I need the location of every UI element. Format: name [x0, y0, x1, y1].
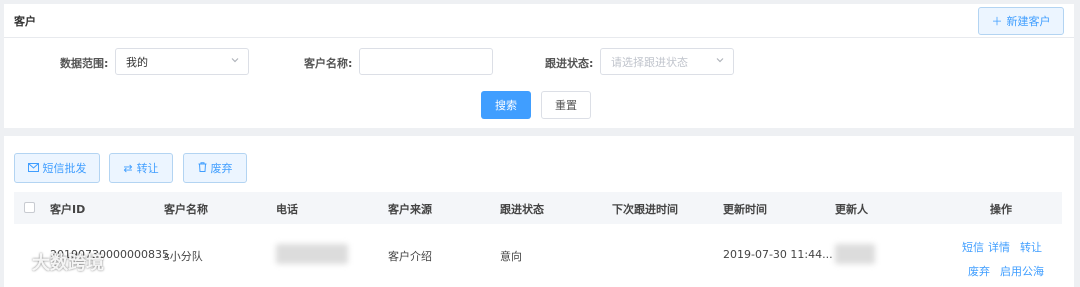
column-header[interactable]: 电话 — [276, 201, 298, 217]
column-header[interactable]: 跟进状态 — [500, 201, 544, 217]
updated-at-cell: 2019-07-30 11:44... — [723, 248, 833, 261]
sms-link[interactable]: 短信 — [962, 239, 984, 255]
select-all-checkbox[interactable] — [24, 202, 35, 213]
details-link[interactable]: 详情 — [988, 239, 1010, 255]
watermark-logo-icon — [6, 251, 28, 274]
transfer-button[interactable]: ⇄ 转让 — [109, 153, 173, 183]
follow-status-select[interactable]: 请选择跟进状态 — [600, 48, 734, 75]
trash-icon — [198, 161, 207, 175]
scope-label: 数据范围: — [60, 57, 109, 70]
phone-cell-redacted — [276, 244, 348, 264]
customer-name-input[interactable] — [359, 48, 493, 75]
swap-icon: ⇄ — [123, 161, 133, 175]
bulk-sms-button[interactable]: 短信批发 — [14, 153, 100, 183]
column-header: 操作 — [990, 203, 1012, 216]
status-cell: 意向 — [500, 250, 522, 263]
scope-select[interactable]: 我的 — [115, 48, 249, 75]
discard-link[interactable]: 废弃 — [968, 263, 990, 279]
follow-status-label: 跟进状态: — [545, 57, 594, 70]
new-customer-button[interactable]: ＋ 新建客户 — [978, 7, 1064, 35]
bulk-sms-label: 短信批发 — [42, 162, 87, 175]
column-header[interactable]: 更新时间 — [723, 201, 767, 217]
transfer-link[interactable]: 转让 — [1020, 239, 1042, 255]
transfer-label: 转让 — [136, 162, 159, 175]
follow-status-placeholder: 请选择跟进状态 — [611, 55, 688, 69]
column-header[interactable]: 客户来源 — [388, 201, 432, 217]
envelope-icon — [27, 162, 39, 175]
chevron-down-icon — [230, 55, 240, 68]
new-customer-label: 新建客户 — [1006, 15, 1051, 28]
scope-select-value: 我的 — [126, 55, 148, 69]
watermark-text: 大数跨境 — [32, 253, 104, 274]
customer-name-label: 客户名称: — [304, 57, 353, 70]
source-cell: 客户介绍 — [388, 250, 432, 263]
table-header: 客户ID 客户名称 电话 客户来源 跟进状态 下次跟进时间 更新时间 更新人 操… — [14, 192, 1062, 224]
watermark: 大数跨境 — [6, 249, 104, 275]
discard-button[interactable]: 废弃 — [183, 153, 247, 183]
table-panel: 短信批发 ⇄ 转让 废弃 客户ID 客户名称 电话 客户来源 跟进状态 下次跟进… — [4, 136, 1074, 287]
discard-label: 废弃 — [210, 162, 233, 175]
column-header[interactable]: 更新人 — [835, 201, 868, 217]
divider — [4, 37, 1074, 38]
filter-panel: 客户 ＋ 新建客户 数据范围: 我的 客户名称: 跟进状态: 请选择跟进状态 搜… — [4, 4, 1074, 128]
chevron-down-icon — [715, 55, 725, 68]
updated-by-cell-redacted — [835, 244, 875, 264]
column-header[interactable]: 下次跟进时间 — [612, 201, 678, 217]
column-header[interactable]: 客户ID — [50, 201, 85, 217]
enable-public-pool-link[interactable]: 启用公海 — [1000, 263, 1044, 279]
column-header[interactable]: 客户名称 — [164, 201, 208, 217]
reset-button[interactable]: 重置 — [541, 91, 591, 119]
page-title: 客户 — [14, 15, 36, 28]
table-row: 20190730000000835 s小分队 客户介绍 意向 2019-07-3… — [14, 224, 1062, 287]
search-button[interactable]: 搜索 — [481, 91, 531, 119]
customer-name-cell: s小分队 — [164, 250, 203, 263]
plus-icon: ＋ — [991, 15, 1003, 28]
